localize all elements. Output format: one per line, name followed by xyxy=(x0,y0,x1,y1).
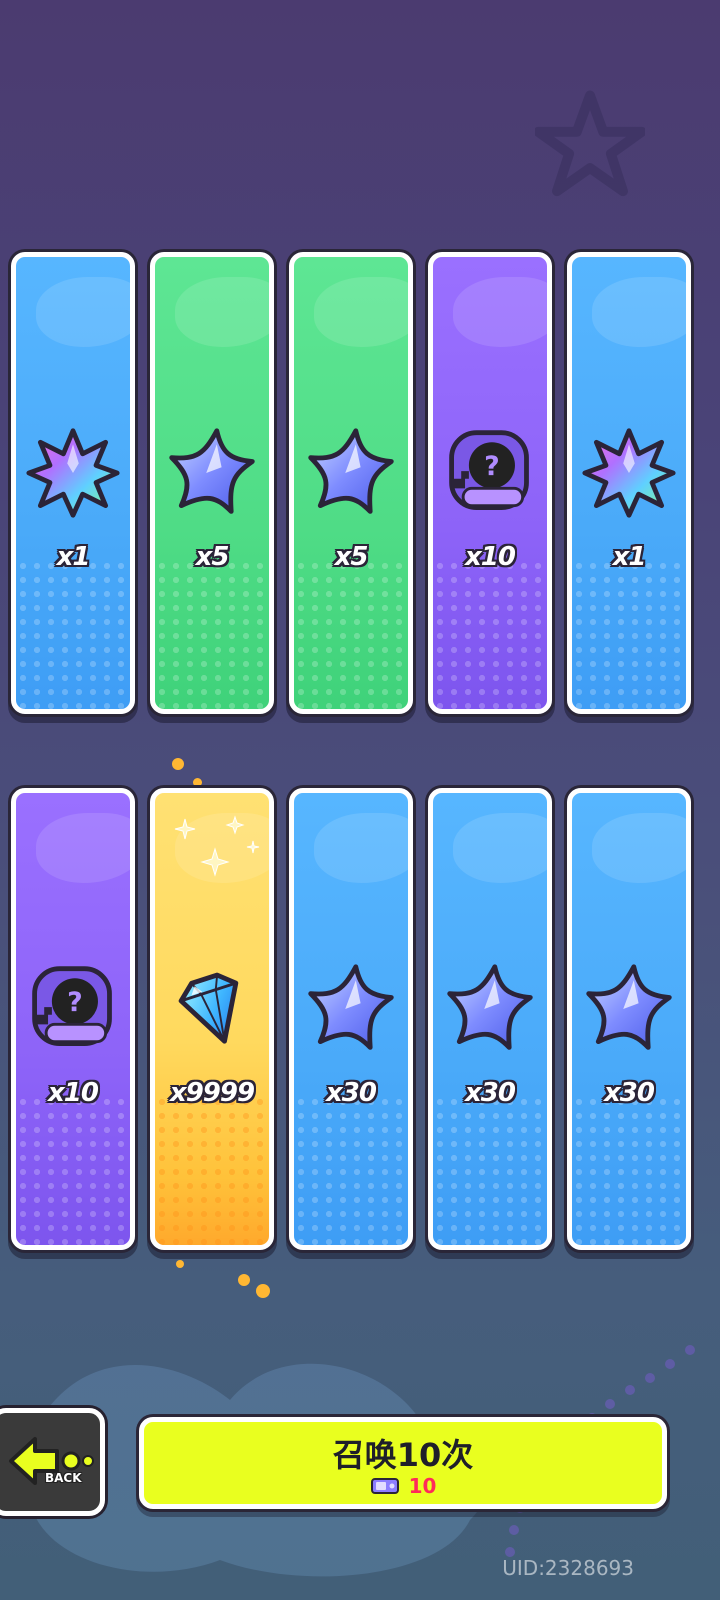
svg-text:?: ? xyxy=(67,987,83,1018)
sparkle-dot xyxy=(193,778,202,787)
reward-quantity: x30 xyxy=(604,1078,655,1108)
reward-card[interactable]: x30 xyxy=(289,788,413,1250)
reward-quantity: x30 xyxy=(326,1078,377,1108)
card-halftone xyxy=(433,559,547,709)
reward-card[interactable]: x1 xyxy=(11,252,135,714)
mystery-deity-icon: ? xyxy=(25,961,121,1057)
sparkle-dot xyxy=(172,758,184,770)
summon-cost: 10 xyxy=(144,1474,662,1498)
card-halftone xyxy=(16,1095,130,1245)
blue-star-icon xyxy=(164,425,260,521)
background-star-icon xyxy=(535,90,645,197)
reward-card[interactable]: ? x10 xyxy=(428,252,552,714)
svg-text:?: ? xyxy=(484,451,500,482)
card-halftone xyxy=(294,1095,408,1245)
sparkle-dot xyxy=(238,1274,250,1286)
card-splash xyxy=(592,813,686,883)
card-splash xyxy=(453,277,547,347)
back-button[interactable]: BACK xyxy=(0,1408,105,1516)
reward-quantity: x1 xyxy=(56,542,91,572)
back-arrow-icon xyxy=(9,1437,94,1485)
reward-quantity: x9999 xyxy=(169,1078,255,1108)
mystery-deity-icon: ? xyxy=(442,425,538,521)
reward-quantity: x10 xyxy=(465,542,516,572)
reward-card[interactable]: x1 xyxy=(567,252,691,714)
summon-label: 召唤10次 xyxy=(332,1436,474,1474)
blue-star-icon xyxy=(303,961,399,1057)
sparkle-icon xyxy=(174,815,260,877)
reward-card[interactable]: x30 xyxy=(428,788,552,1250)
card-halftone xyxy=(433,1095,547,1245)
card-splash xyxy=(36,813,130,883)
sparkle-dot xyxy=(256,1284,270,1298)
back-label: BACK xyxy=(45,1471,82,1485)
ticket-icon xyxy=(370,1478,399,1494)
card-halftone xyxy=(155,1095,269,1245)
reward-card[interactable]: x5 xyxy=(150,252,274,714)
card-splash xyxy=(314,277,408,347)
summon-cost-value: 10 xyxy=(408,1474,437,1498)
blue-star-icon xyxy=(442,961,538,1057)
reward-card[interactable]: ? x10 xyxy=(11,788,135,1250)
blue-star-icon xyxy=(303,425,399,521)
reward-quantity: x10 xyxy=(48,1078,99,1108)
card-splash xyxy=(453,813,547,883)
rainbow-leaf-icon xyxy=(581,425,677,521)
reward-card[interactable]: x9999 xyxy=(150,788,274,1250)
rainbow-leaf-icon xyxy=(25,425,121,521)
sparkle-dot xyxy=(176,1260,184,1268)
reward-card[interactable]: x30 xyxy=(567,788,691,1250)
reward-quantity: x5 xyxy=(334,542,369,572)
card-halftone xyxy=(572,1095,686,1245)
reward-quantity: x1 xyxy=(612,542,647,572)
card-halftone xyxy=(294,559,408,709)
card-splash xyxy=(175,277,269,347)
card-splash xyxy=(314,813,408,883)
reward-quantity: x5 xyxy=(195,542,230,572)
summon-10x-button[interactable]: 召唤10次 10 xyxy=(139,1417,667,1509)
card-splash xyxy=(36,277,130,347)
card-halftone xyxy=(16,559,130,709)
diamond-icon xyxy=(164,961,260,1057)
reward-card[interactable]: x5 xyxy=(289,252,413,714)
reward-quantity: x30 xyxy=(465,1078,516,1108)
user-id-label: UID:2328693 xyxy=(502,1556,634,1580)
card-splash xyxy=(592,277,686,347)
blue-star-icon xyxy=(581,961,677,1057)
card-halftone xyxy=(155,559,269,709)
card-halftone xyxy=(572,559,686,709)
